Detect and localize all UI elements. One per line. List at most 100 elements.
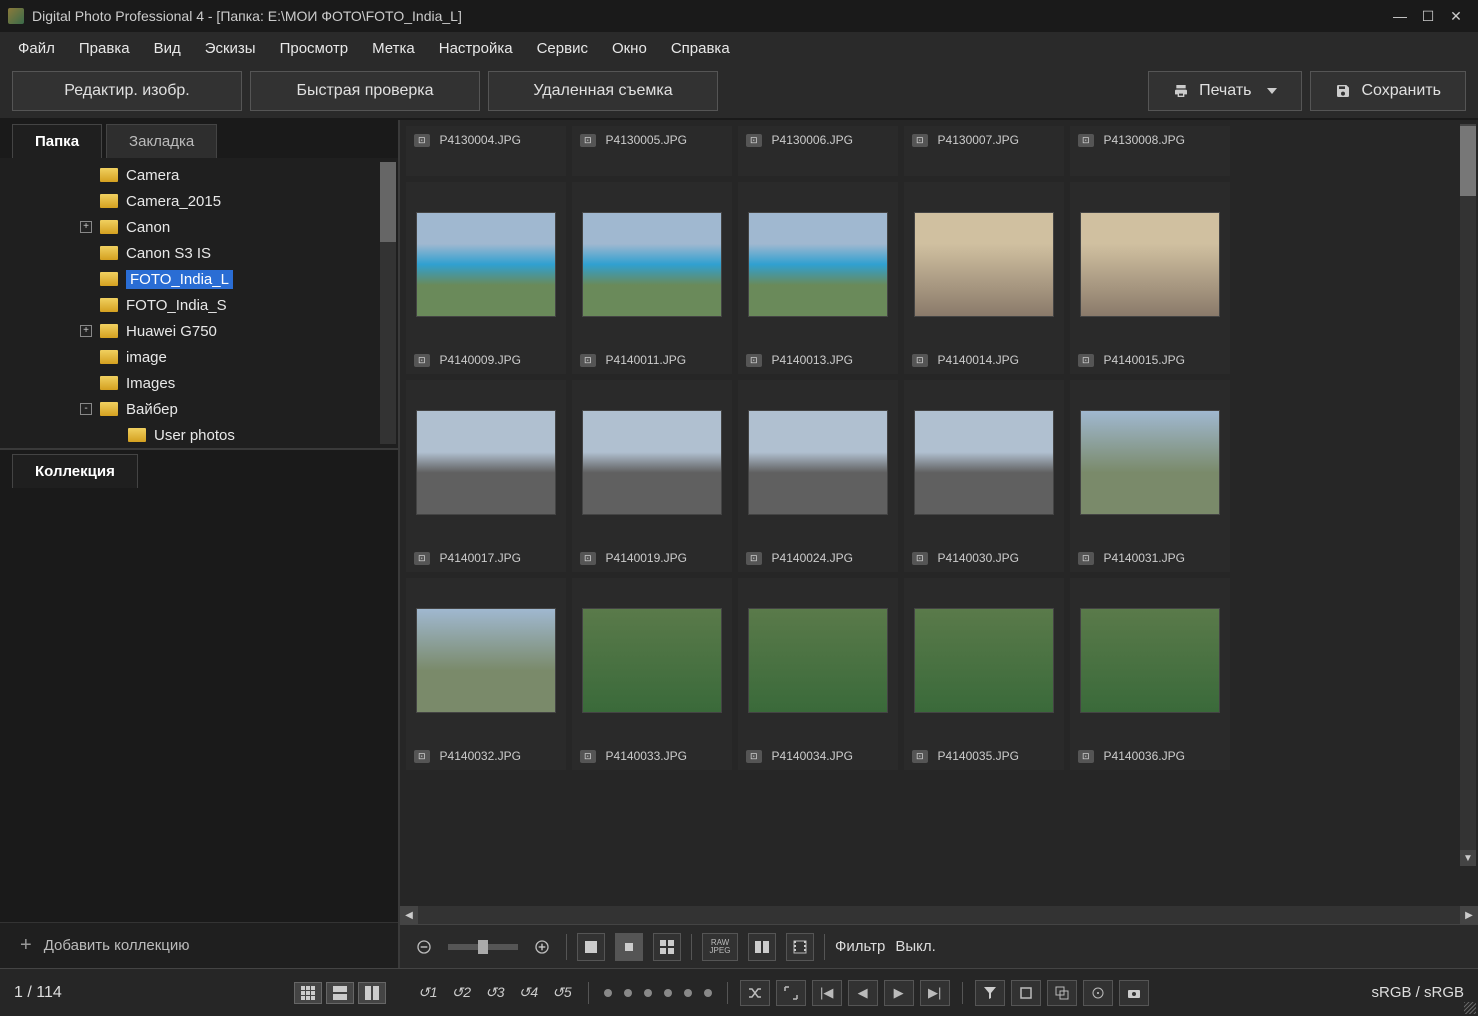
- menu-settings[interactable]: Настройка: [431, 36, 521, 61]
- expand-toggle[interactable]: +: [80, 221, 92, 233]
- menu-thumbs[interactable]: Эскизы: [197, 36, 264, 61]
- label-dot-2[interactable]: [624, 989, 632, 997]
- menu-label[interactable]: Метка: [364, 36, 423, 61]
- menu-help[interactable]: Справка: [663, 36, 738, 61]
- thumbnail-p4140017-jpg[interactable]: ⊡P4140017.JPG: [406, 380, 566, 572]
- shuffle-button[interactable]: [740, 980, 770, 1006]
- tab-collection[interactable]: Коллекция: [12, 454, 138, 488]
- label-dot-4[interactable]: [664, 989, 672, 997]
- rating-5[interactable]: ↺5: [548, 982, 576, 1003]
- rating-2[interactable]: ↺2: [448, 982, 476, 1003]
- scroll-right-icon[interactable]: ▶: [1460, 906, 1478, 924]
- thumbnail-p4140019-jpg[interactable]: ⊡P4140019.JPG: [572, 380, 732, 572]
- thumbnail-p4140024-jpg[interactable]: ⊡P4140024.JPG: [738, 380, 898, 572]
- tool-crop-button[interactable]: [1011, 980, 1041, 1006]
- label-dot-5[interactable]: [684, 989, 692, 997]
- tree-item-user-photos[interactable]: User photos: [30, 422, 398, 448]
- view-columns-button[interactable]: [358, 982, 386, 1004]
- rating-4[interactable]: ↺4: [515, 982, 543, 1003]
- thumbnail-p4130008-jpg[interactable]: ⊡P4130008.JPG: [1070, 126, 1230, 176]
- thumbnail-p4130005-jpg[interactable]: ⊡P4130005.JPG: [572, 126, 732, 176]
- vertical-scrollbar[interactable]: ▲ ▼: [1460, 126, 1476, 866]
- menu-view[interactable]: Вид: [146, 36, 189, 61]
- thumbnail-p4130006-jpg[interactable]: ⊡P4130006.JPG: [738, 126, 898, 176]
- remote-shoot-button[interactable]: Удаленная съемка: [488, 71, 718, 111]
- horizontal-scrollbar[interactable]: ◀ ▶: [400, 906, 1478, 924]
- tree-item-canon-s3-is[interactable]: Canon S3 IS: [30, 240, 398, 266]
- resize-grip[interactable]: [1464, 1002, 1476, 1014]
- film-button[interactable]: [786, 933, 814, 961]
- zoom-slider-knob[interactable]: [478, 940, 488, 954]
- rating-1[interactable]: ↺1: [414, 982, 442, 1003]
- layout-large-button[interactable]: [577, 933, 605, 961]
- thumbnail-p4140031-jpg[interactable]: ⊡P4140031.JPG: [1070, 380, 1230, 572]
- nav-first-button[interactable]: |◀: [812, 980, 842, 1006]
- label-dot-3[interactable]: [644, 989, 652, 997]
- tree-item-images[interactable]: Images: [30, 370, 398, 396]
- thumbnail-p4140014-jpg[interactable]: ⊡P4140014.JPG: [904, 182, 1064, 374]
- tree-item-huawei-g750[interactable]: +Huawei G750: [30, 318, 398, 344]
- tree-item-camera[interactable]: Camera: [30, 162, 398, 188]
- thumbs-viewport[interactable]: ⊡P4130004.JPG⊡P4130005.JPG⊡P4130006.JPG⊡…: [400, 120, 1478, 906]
- scroll-down-icon[interactable]: ▼: [1460, 850, 1476, 866]
- expand-button[interactable]: [776, 980, 806, 1006]
- maximize-button[interactable]: ☐: [1414, 4, 1442, 28]
- thumbnail-p4140013-jpg[interactable]: ⊡P4140013.JPG: [738, 182, 898, 374]
- nav-next-button[interactable]: ▶: [884, 980, 914, 1006]
- menu-file[interactable]: Файл: [10, 36, 63, 61]
- zoom-in-button[interactable]: [528, 933, 556, 961]
- menu-service[interactable]: Сервис: [529, 36, 596, 61]
- tree-item-image[interactable]: image: [30, 344, 398, 370]
- nav-prev-button[interactable]: ◀: [848, 980, 878, 1006]
- tree-item-foto-india-s[interactable]: FOTO_India_S: [30, 292, 398, 318]
- close-button[interactable]: ✕: [1442, 4, 1470, 28]
- thumbnail-p4130004-jpg[interactable]: ⊡P4130004.JPG: [406, 126, 566, 176]
- folder-tree[interactable]: CameraCamera_2015+CanonCanon S3 ISFOTO_I…: [0, 158, 398, 448]
- expand-toggle[interactable]: -: [80, 403, 92, 415]
- tree-item--[interactable]: -Вайбер: [30, 396, 398, 422]
- tree-item-foto-india-l[interactable]: FOTO_India_L: [30, 266, 398, 292]
- tree-item-camera-2015[interactable]: Camera_2015: [30, 188, 398, 214]
- scroll-thumb[interactable]: [1460, 126, 1476, 196]
- scroll-left-icon[interactable]: ◀: [400, 906, 418, 924]
- layout-grid-button[interactable]: [653, 933, 681, 961]
- thumbnail-p4140011-jpg[interactable]: ⊡P4140011.JPG: [572, 182, 732, 374]
- filter-button[interactable]: [975, 980, 1005, 1006]
- tab-bookmark[interactable]: Закладка: [106, 124, 217, 158]
- save-button[interactable]: Сохранить: [1310, 71, 1466, 111]
- label-dot-6[interactable]: [704, 989, 712, 997]
- tool-camera-button[interactable]: [1119, 980, 1149, 1006]
- print-button[interactable]: Печать: [1148, 71, 1302, 111]
- menu-edit[interactable]: Правка: [71, 36, 138, 61]
- zoom-out-button[interactable]: [410, 933, 438, 961]
- tree-scroll-thumb[interactable]: [380, 162, 396, 242]
- thumbnail-p4140035-jpg[interactable]: ⊡P4140035.JPG: [904, 578, 1064, 770]
- expand-toggle[interactable]: +: [80, 325, 92, 337]
- quick-check-button[interactable]: Быстрая проверка: [250, 71, 480, 111]
- dual-pane-button[interactable]: [748, 933, 776, 961]
- thumbnail-p4140009-jpg[interactable]: ⊡P4140009.JPG: [406, 182, 566, 374]
- view-split-button[interactable]: [326, 982, 354, 1004]
- raw-jpeg-button[interactable]: RAWJPEG: [702, 933, 738, 961]
- menu-window[interactable]: Окно: [604, 36, 655, 61]
- minimize-button[interactable]: —: [1386, 4, 1414, 28]
- tool-focus-button[interactable]: [1083, 980, 1113, 1006]
- tab-folder[interactable]: Папка: [12, 124, 102, 158]
- menu-preview[interactable]: Просмотр: [272, 36, 357, 61]
- edit-image-button[interactable]: Редактир. изобр.: [12, 71, 242, 111]
- thumbnail-p4140015-jpg[interactable]: ⊡P4140015.JPG: [1070, 182, 1230, 374]
- nav-last-button[interactable]: ▶|: [920, 980, 950, 1006]
- thumbnail-p4130007-jpg[interactable]: ⊡P4130007.JPG: [904, 126, 1064, 176]
- rating-3[interactable]: ↺3: [481, 982, 509, 1003]
- add-collection-button[interactable]: + Добавить коллекцию: [0, 922, 398, 968]
- thumbnail-p4140033-jpg[interactable]: ⊡P4140033.JPG: [572, 578, 732, 770]
- thumbnail-p4140036-jpg[interactable]: ⊡P4140036.JPG: [1070, 578, 1230, 770]
- view-grid-button[interactable]: [294, 982, 322, 1004]
- tool-overlay-button[interactable]: [1047, 980, 1077, 1006]
- thumbnail-p4140030-jpg[interactable]: ⊡P4140030.JPG: [904, 380, 1064, 572]
- thumbnail-p4140034-jpg[interactable]: ⊡P4140034.JPG: [738, 578, 898, 770]
- tree-item-canon[interactable]: +Canon: [30, 214, 398, 240]
- zoom-slider[interactable]: [448, 944, 518, 950]
- filter-state[interactable]: Выкл.: [895, 938, 935, 955]
- layout-medium-button[interactable]: [615, 933, 643, 961]
